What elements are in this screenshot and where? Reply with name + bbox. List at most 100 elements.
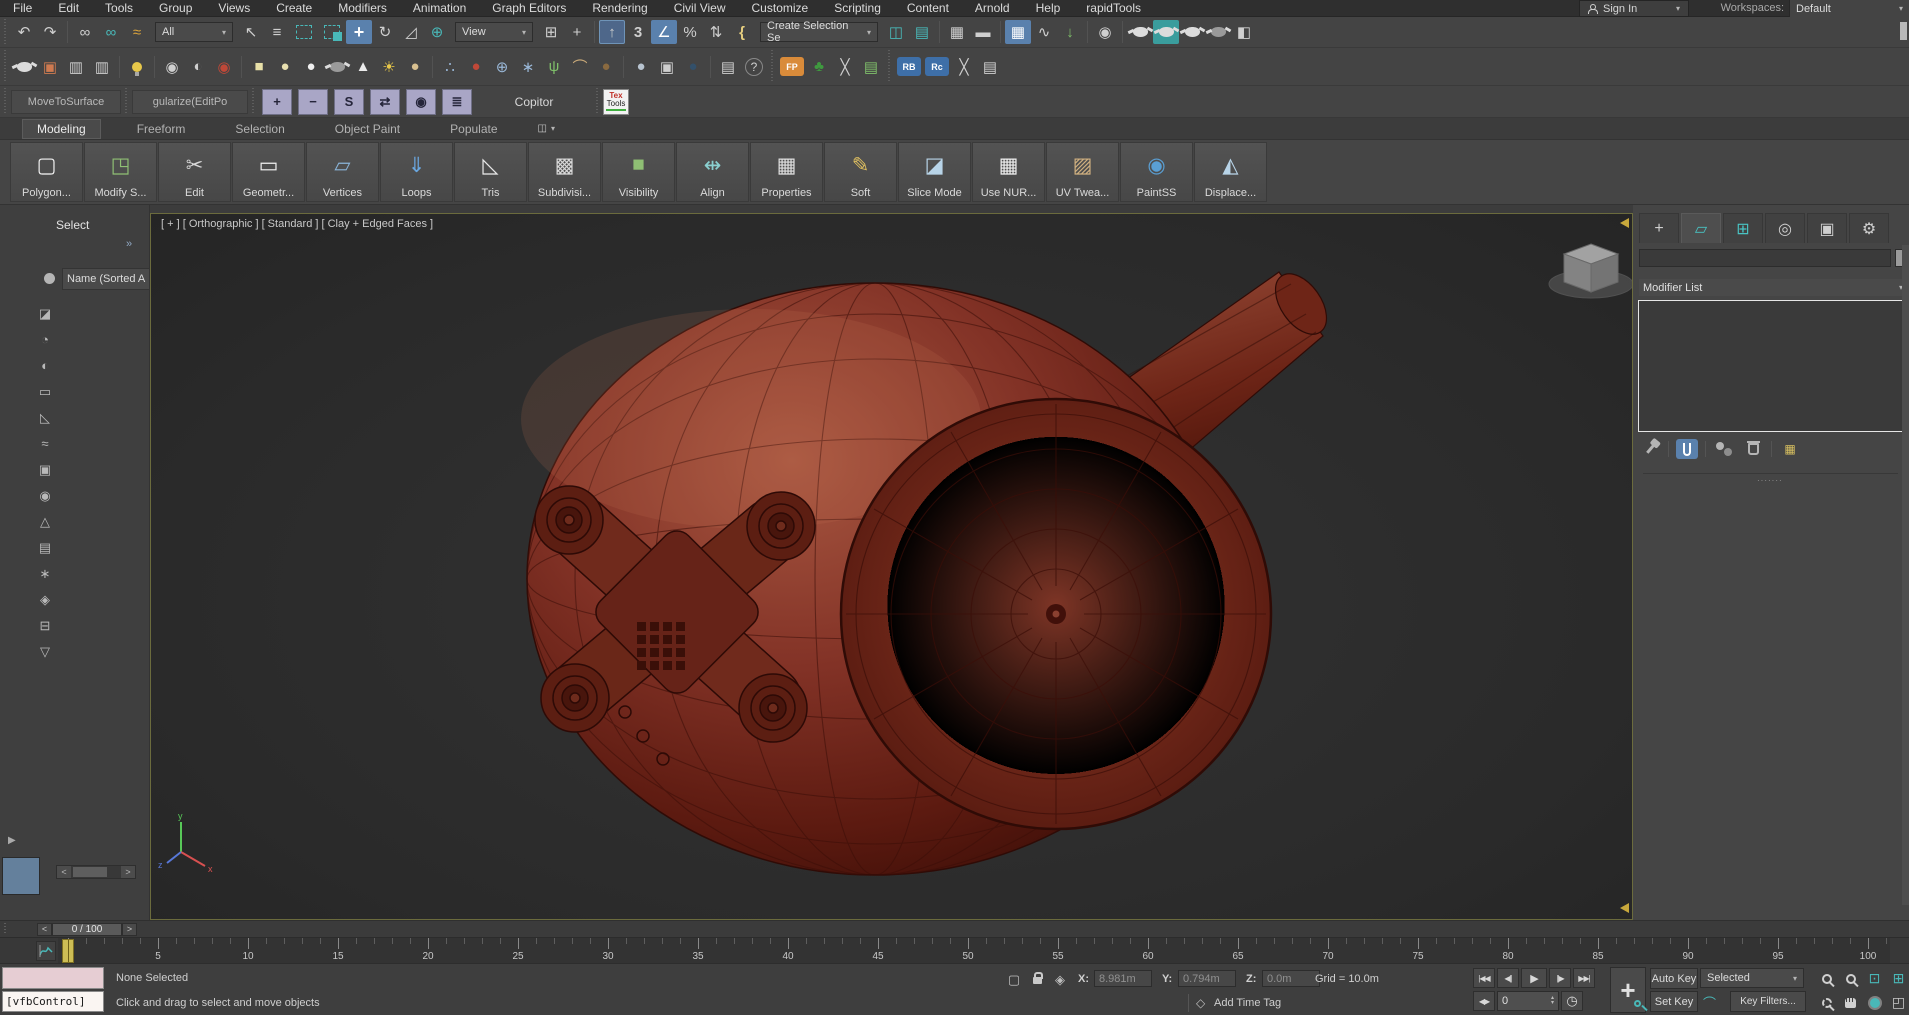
ribbon-polygon-modeling-button[interactable]: ▢ Polygon... — [10, 142, 83, 202]
toolbar-drag-handle[interactable] — [887, 50, 892, 83]
itoo-tools-icon[interactable]: ╳ — [832, 55, 858, 79]
rc-list-icon[interactable]: ▤ — [977, 55, 1003, 79]
twist-icon[interactable]: S — [334, 88, 364, 115]
x-coordinate-field[interactable]: 8.981m — [1094, 970, 1152, 987]
isolate-selection-icon[interactable]: ▢ — [1004, 970, 1024, 990]
new-key-icon[interactable]: ⌒ — [1703, 993, 1716, 1012]
film-camera-icon[interactable]: ◉ — [211, 55, 237, 79]
tab-utilities-icon[interactable]: ⚙ — [1849, 213, 1889, 243]
toolbar-drag-handle[interactable] — [595, 88, 600, 115]
explorer-corner-button[interactable] — [2, 857, 40, 895]
modifier-stack-list[interactable] — [1638, 300, 1906, 432]
pf-source-icon[interactable]: ● — [463, 55, 489, 79]
use-pivot-point-center-icon[interactable]: ⊞ — [538, 20, 564, 44]
render-setup-icon[interactable] — [1127, 20, 1153, 44]
auto-key-button[interactable]: Auto Key — [1650, 968, 1698, 989]
tab-modify-icon[interactable]: ▱ — [1681, 213, 1721, 243]
filter-bones-icon[interactable]: △ — [36, 513, 54, 530]
unlink-selection-icon[interactable]: ∞ — [98, 20, 124, 44]
edit-named-selection-sets-icon[interactable]: { — [729, 20, 755, 44]
filter-objects-icon[interactable]: ◈ — [36, 591, 54, 608]
create-pinecone-icon[interactable]: ● — [593, 55, 619, 79]
toolbar-drag-handle[interactable] — [3, 19, 8, 45]
key-filters-button[interactable]: Key Filters... — [1730, 991, 1806, 1012]
spinner-icon[interactable]: ▴ ▾ — [1551, 995, 1554, 1006]
select-and-scale-icon[interactable]: ◿ — [398, 20, 424, 44]
schematic-view-icon[interactable]: ↓ — [1057, 20, 1083, 44]
play-button[interactable]: ▶ — [1521, 968, 1547, 988]
create-geosphere-icon[interactable]: ● — [402, 55, 428, 79]
y-coordinate-field[interactable]: 0.794m — [1178, 970, 1236, 987]
tab-create-icon[interactable]: + — [1639, 213, 1679, 243]
sort-lines-icon[interactable]: ≣ — [442, 88, 472, 115]
menu-group[interactable]: Group — [146, 0, 205, 17]
matte-sphere-icon[interactable]: ● — [680, 55, 706, 79]
menu-customize[interactable]: Customize — [739, 0, 822, 17]
select-and-rotate-icon[interactable]: ↻ — [372, 20, 398, 44]
ribbon-geometry-button[interactable]: ▭ Geometr... — [232, 142, 305, 202]
menu-views[interactable]: Views — [205, 0, 263, 17]
sign-in-button[interactable]: Sign In ▾ — [1579, 0, 1689, 17]
movetosurface-button[interactable]: MoveToSurface — [11, 89, 121, 114]
ribbon-loops-button[interactable]: ⇓ Loops — [380, 142, 453, 202]
menu-file[interactable]: File — [0, 0, 45, 17]
rendered-frame-window-icon[interactable] — [1153, 20, 1179, 44]
tab-modeling[interactable]: Modeling — [22, 118, 101, 139]
ribbon-modify-selection-button[interactable]: ◳ Modify S... — [84, 142, 157, 202]
copitor-button[interactable]: Copitor — [489, 90, 579, 114]
filter-shapes-icon[interactable]: ◔ — [36, 331, 54, 348]
frame-buffer-window-icon[interactable]: ▣ — [37, 55, 63, 79]
ribbon-edit-button[interactable]: ✂ Edit — [158, 142, 231, 202]
key-mode-toggle-button[interactable]: ◀▶ — [1473, 991, 1495, 1011]
pick-material-icon[interactable]: ▽ — [36, 643, 54, 660]
prev-frame-button[interactable]: < — [37, 922, 52, 936]
toolbar-drag-handle[interactable] — [3, 88, 8, 115]
toolbar-drag-handle[interactable] — [251, 88, 256, 115]
toolbar-drag-handle[interactable] — [3, 50, 8, 83]
attach-plus-icon[interactable]: + — [262, 88, 292, 115]
swap-objects-icon[interactable]: ⇄ — [370, 88, 400, 115]
go-to-start-button[interactable]: |◀◀ — [1473, 968, 1495, 988]
snaps-toggle-3d-icon[interactable]: 3 — [625, 20, 651, 44]
menu-rendering[interactable]: Rendering — [579, 0, 660, 17]
select-and-place-icon[interactable]: ⊕ — [424, 20, 450, 44]
panel-scrollbar[interactable] — [1902, 245, 1909, 905]
create-foliage-icon[interactable]: ψ — [541, 55, 567, 79]
scene-list-icon[interactable]: ▤ — [715, 55, 741, 79]
select-and-manipulate-icon[interactable]: + — [564, 20, 590, 44]
material-editor-icon[interactable]: ◉ — [1092, 20, 1118, 44]
camera-match-icon[interactable]: ▣ — [654, 55, 680, 79]
viewport-label[interactable]: [ + ] [ Orthographic ] [ Standard ] [ Cl… — [161, 218, 433, 230]
key-selection-dropdown[interactable]: Selected ▾ — [1700, 968, 1804, 988]
filter-groups-icon[interactable]: ▣ — [36, 461, 54, 478]
modifier-list-dropdown[interactable]: Modifier List ▾ — [1639, 279, 1907, 296]
orbit-icon[interactable] — [1863, 991, 1886, 1014]
scroll-left-button[interactable]: < — [57, 866, 71, 878]
filter-lights-icon[interactable]: ◐ — [36, 357, 54, 374]
curve-editor-icon[interactable]: ∿ — [1031, 20, 1057, 44]
forest-trees-icon[interactable]: ♣ — [806, 55, 832, 79]
detach-minus-icon[interactable]: − — [298, 88, 328, 115]
menu-graph-editors[interactable]: Graph Editors — [479, 0, 579, 17]
scroll-right-button[interactable]: > — [121, 866, 135, 878]
textools-button[interactable]: Tex Tools — [603, 88, 629, 115]
rectangular-selection-region-icon[interactable] — [296, 25, 312, 39]
tab-display-icon[interactable]: ▣ — [1807, 213, 1847, 243]
ribbon-uv-tweak-button[interactable]: ▨ UV Twea... — [1046, 142, 1119, 202]
physical-camera-icon[interactable]: ◐ — [185, 55, 211, 79]
named-selection-set-dropdown[interactable]: Create Selection Se ▾ — [760, 20, 878, 44]
z-coordinate-field[interactable]: 0.0m — [1262, 970, 1320, 987]
select-and-move-icon[interactable]: + — [346, 20, 372, 44]
filter-containers-icon[interactable]: ▤ — [36, 539, 54, 556]
scroll-thumb[interactable] — [73, 867, 107, 877]
keyboard-override-icon[interactable]: ↑ — [599, 20, 625, 44]
selection-filter-dropdown[interactable]: All ▾ — [155, 22, 233, 42]
absolute-offset-toggle-icon[interactable]: ◈ — [1050, 970, 1070, 990]
filter-xrefs-icon[interactable]: ◉ — [36, 487, 54, 504]
batch-render-window-icon[interactable]: ▥ — [89, 55, 115, 79]
set-key-button[interactable]: Set Key — [1650, 991, 1698, 1012]
select-object-icon[interactable]: ↖ — [238, 20, 264, 44]
mirror-icon[interactable]: ◫ — [883, 20, 909, 44]
align-icon[interactable]: ▤ — [909, 20, 935, 44]
create-cone-icon[interactable]: ▲ — [350, 55, 376, 79]
